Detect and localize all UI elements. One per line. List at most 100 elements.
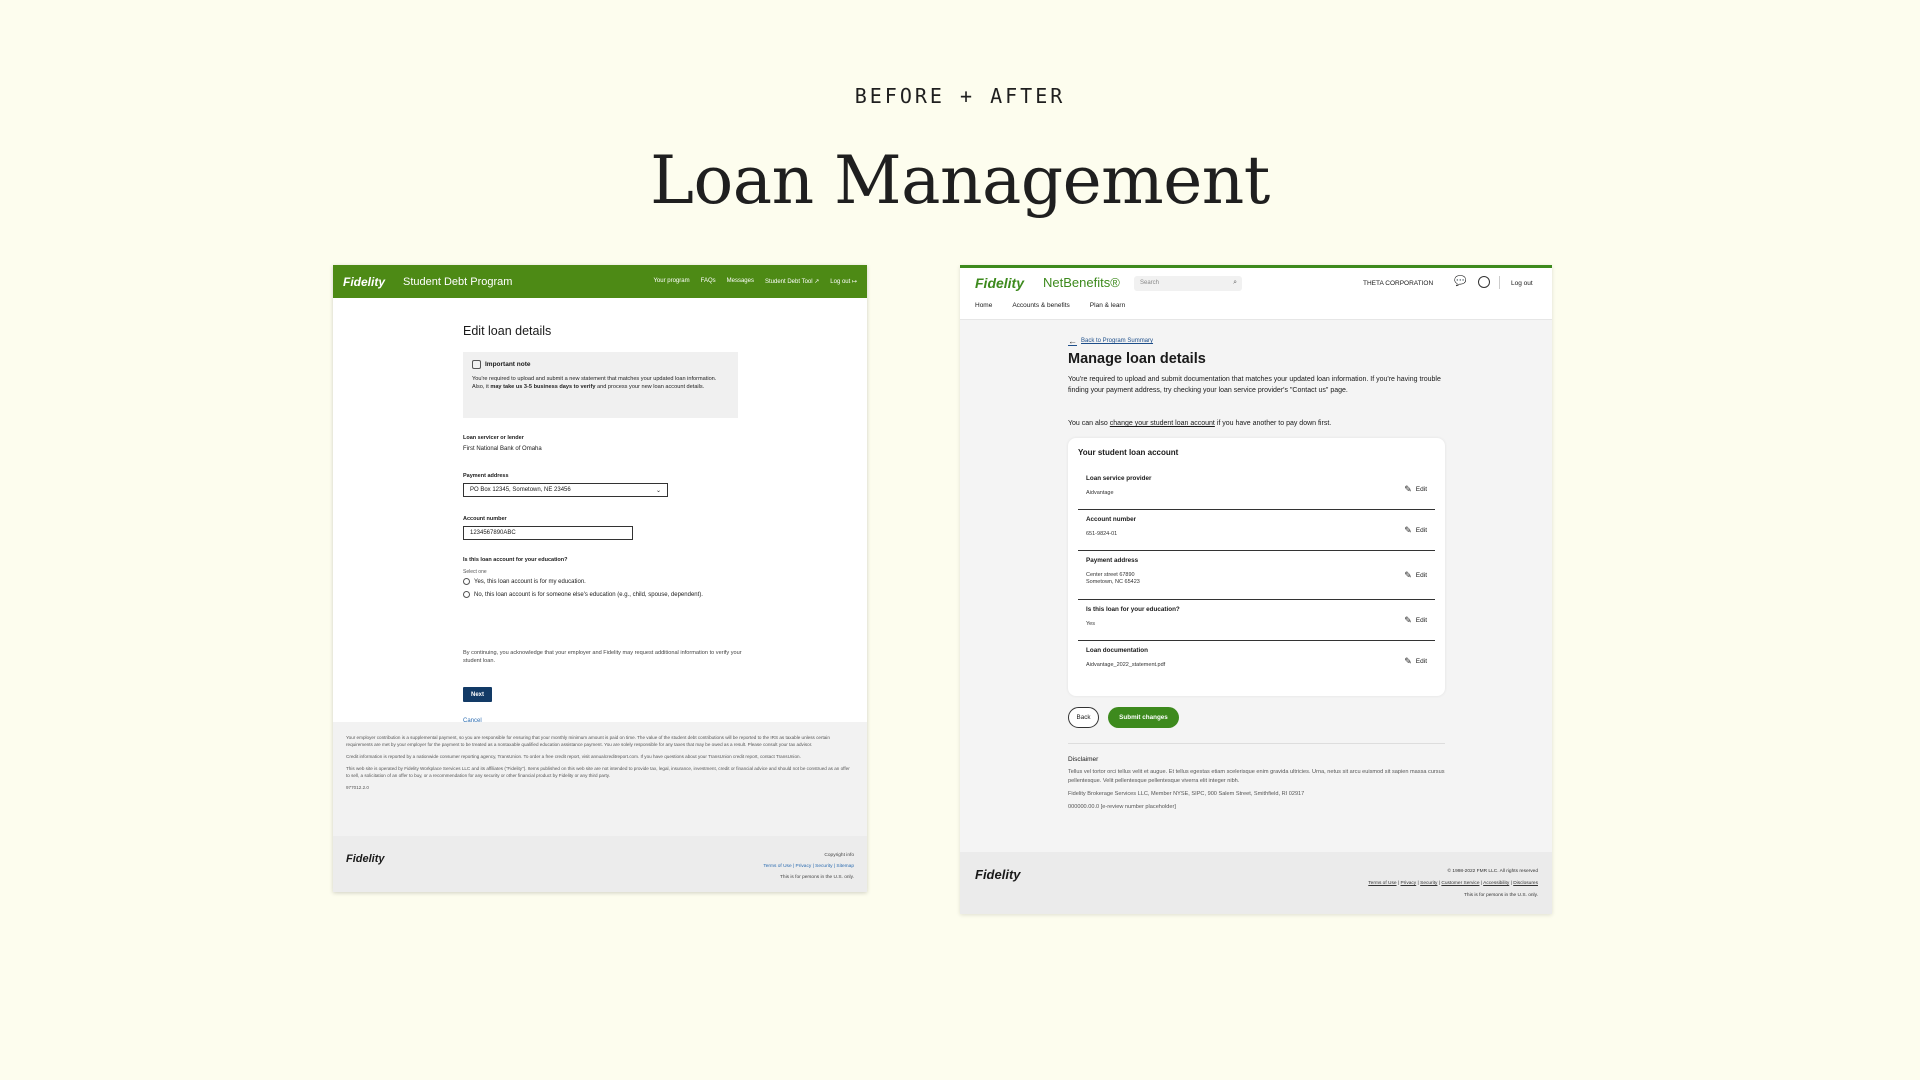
footer-link-customer-service[interactable]: Customer Service <box>1441 881 1479 886</box>
row-label: Is this loan for your education? <box>1086 606 1180 613</box>
before-nav: Your program FAQs Messages Student Debt … <box>653 278 857 285</box>
nav-your-program[interactable]: Your program <box>653 278 689 285</box>
list-item: Payment address Center street 67890 Some… <box>1078 551 1435 600</box>
disclaimer-text: Tellus vel tortor orci tellus velit et a… <box>1068 769 1445 784</box>
edit-button[interactable]: ✎ Edit <box>1404 484 1427 495</box>
row-label: Payment address <box>1086 557 1139 564</box>
footer-links[interactable]: Terms of Use | Privacy | Security | Site… <box>763 864 854 869</box>
note-icon <box>472 360 481 369</box>
radio-circle-icon[interactable] <box>463 591 470 598</box>
radio-circle-icon[interactable] <box>463 578 470 585</box>
search-icon[interactable]: ⌕ <box>1233 279 1237 287</box>
nav-log-out[interactable]: Log out ↦ <box>830 278 857 285</box>
fidelity-logo[interactable]: Fidelity <box>343 275 385 289</box>
list-item: Is this loan for your education? Yes ✎ Ed… <box>1078 600 1435 641</box>
submit-changes-button[interactable]: Submit changes <box>1108 707 1179 728</box>
footer-link-disclosures[interactable]: Disclosures <box>1513 881 1538 886</box>
after-screen: Fidelity NetBenefits® Search ⌕ THETA COR… <box>960 265 1552 914</box>
change-account-link[interactable]: change your student loan account <box>1110 420 1215 427</box>
before-header: Fidelity Student Debt Program Your progr… <box>333 265 867 298</box>
card-title: Your student loan account <box>1078 448 1179 457</box>
fidelity-footer-logo: Fidelity <box>975 867 1021 882</box>
arrow-left-icon: ← <box>1068 336 1077 346</box>
radio-yes-label: Yes, this loan account is for my educati… <box>474 578 586 585</box>
search-input[interactable]: Search ⌕ <box>1134 276 1242 291</box>
disclaimer-code: 977012.2.0 <box>346 785 369 790</box>
pencil-icon: ✎ <box>1404 484 1412 494</box>
before-footer: Fidelity Copyright info Terms of Use | P… <box>333 836 867 892</box>
edit-label: Edit <box>1415 617 1427 624</box>
before-screen: Fidelity Student Debt Program Your progr… <box>333 265 867 892</box>
nav-home[interactable]: Home <box>975 302 992 309</box>
list-item: Account number 651-9824-01 ✎ Edit <box>1078 510 1435 551</box>
pencil-icon: ✎ <box>1404 525 1412 535</box>
account-label: Account number <box>463 516 507 522</box>
nav-faqs[interactable]: FAQs <box>701 278 716 285</box>
copyright-info: © 1998-2022 FMR LLC. All rights reserved <box>1447 869 1538 874</box>
program-title: Student Debt Program <box>403 275 513 288</box>
footer-link-terms[interactable]: Terms of Use <box>1368 881 1396 886</box>
radio-yes[interactable]: Yes, this loan account is for my educati… <box>463 578 586 585</box>
after-header: Fidelity NetBenefits® Search ⌕ THETA COR… <box>960 268 1552 320</box>
footer-link-accessibility[interactable]: Accessibility <box>1483 881 1509 886</box>
edit-button[interactable]: ✎ Edit <box>1404 570 1427 581</box>
row-label: Loan documentation <box>1086 647 1148 654</box>
before-disclaimer: Your employer contribution is a suppleme… <box>333 722 867 836</box>
chat-icon[interactable]: 💬 <box>1454 276 1466 287</box>
note-title: Important note <box>485 361 531 368</box>
nav-messages[interactable]: Messages <box>727 278 754 285</box>
radio-no[interactable]: No, this loan account is for someone els… <box>463 591 703 598</box>
intro-text: You're required to upload and submit doc… <box>1068 376 1441 394</box>
chevron-down-icon: ⌄ <box>655 487 661 494</box>
intro2-suffix: if you have another to pay down first. <box>1214 420 1332 427</box>
divider <box>1068 743 1445 744</box>
after-main: ← Back to Program Summary Manage loan de… <box>960 320 1552 868</box>
note-text-b: and process your new loan account detail… <box>595 384 705 390</box>
list-item: Loan documentation Aidvantage_2022_state… <box>1078 641 1435 682</box>
row-value: Aidvantage_2022_statement.pdf <box>1086 662 1166 668</box>
account-number-input[interactable]: 1234567890ABC <box>463 526 633 540</box>
edit-label: Edit <box>1415 572 1427 579</box>
after-footer: Fidelity © 1998-2022 FMR LLC. All rights… <box>960 852 1552 914</box>
radio-no-label: No, this loan account is for someone els… <box>474 591 703 598</box>
footer-link-security[interactable]: Security <box>1420 881 1437 886</box>
back-to-summary-link[interactable]: ← Back to Program Summary <box>1068 336 1153 346</box>
servicer-value: First National Bank of Omaha <box>463 446 542 452</box>
page-title: Edit loan details <box>463 324 552 338</box>
row-label: Loan service provider <box>1086 475 1152 482</box>
education-label: Is this loan account for your education? <box>463 557 568 563</box>
copyright-info: Copyright info <box>824 853 854 858</box>
edit-label: Edit <box>1415 527 1427 534</box>
footer-link-privacy[interactable]: Privacy <box>1400 881 1416 886</box>
acknowledgement-text: By continuing, you acknowledge that your… <box>463 650 742 664</box>
disclaimer-paragraph: This web site is operated by Fidelity Wo… <box>346 766 850 778</box>
pencil-icon: ✎ <box>1404 570 1412 580</box>
edit-button[interactable]: ✎ Edit <box>1404 656 1427 667</box>
edit-button[interactable]: ✎ Edit <box>1404 525 1427 536</box>
user-profile-icon[interactable] <box>1478 276 1490 288</box>
payment-address-select[interactable]: PO Box 12345, Sometown, NE 23456 ⌄ <box>463 483 668 497</box>
log-out-link[interactable]: Log out <box>1511 280 1533 287</box>
row-value-line2: Sometown, NC 65423 <box>1086 579 1140 585</box>
select-one-hint: Select one <box>463 569 487 575</box>
eyebrow-label: BEFORE + AFTER <box>854 84 1066 108</box>
review-number: 000000.00.0 [e-review number placeholder… <box>1068 804 1176 810</box>
pencil-icon: ✎ <box>1404 656 1412 666</box>
servicer-label: Loan servicer or lender <box>463 435 524 441</box>
fidelity-logo[interactable]: Fidelity <box>975 275 1024 291</box>
nav-student-debt-tool[interactable]: Student Debt Tool ↗ <box>765 278 819 285</box>
row-value: Yes <box>1086 621 1095 627</box>
disclaimer-paragraph: Credit information is reported by a nati… <box>346 754 801 759</box>
search-placeholder: Search <box>1140 280 1160 286</box>
row-value: Aidvantage <box>1086 490 1114 496</box>
row-value: 651-9824-01 <box>1086 531 1118 537</box>
next-button[interactable]: Next <box>463 687 492 702</box>
nav-accounts-benefits[interactable]: Accounts & benefits <box>1012 302 1069 309</box>
disclaimer-title: Disclaimer <box>1068 756 1099 763</box>
corporation-name: THETA CORPORATION <box>1363 280 1434 287</box>
edit-button[interactable]: ✎ Edit <box>1404 615 1427 626</box>
back-button[interactable]: Back <box>1068 707 1099 728</box>
edit-label: Edit <box>1415 486 1427 493</box>
slide-title: Loan Management <box>650 142 1270 219</box>
nav-plan-learn[interactable]: Plan & learn <box>1090 302 1125 309</box>
